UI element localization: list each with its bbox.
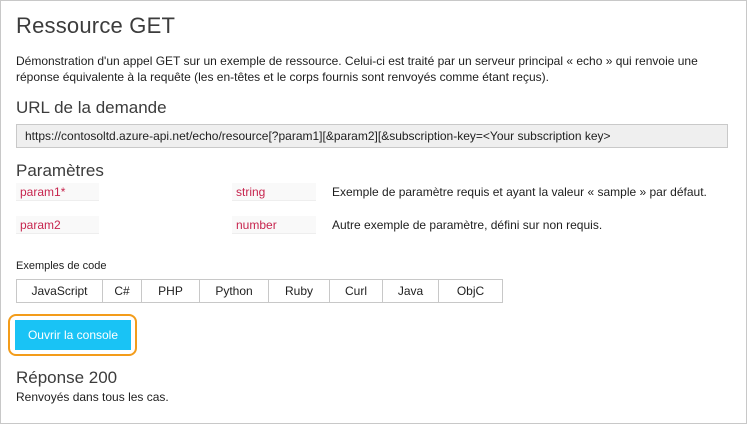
tab-php[interactable]: PHP (141, 279, 200, 303)
tab-java[interactable]: Java (382, 279, 439, 303)
parameter-description: Autre exemple de paramètre, défini sur n… (332, 218, 603, 232)
response-heading: Réponse 200 (16, 368, 118, 387)
parameter-name: param1* (16, 183, 99, 201)
request-url-field[interactable]: https://contosoltd.azure-api.net/echo/re… (16, 124, 728, 148)
response-description: Renvoyés dans tous les cas. (16, 390, 169, 404)
tab-javascript[interactable]: JavaScript (16, 279, 103, 303)
parameters-heading: Paramètres (16, 161, 104, 180)
code-samples-label: Exemples de code (16, 260, 107, 272)
parameter-type: string (232, 183, 316, 201)
operation-description: Démonstration d'un appel GET sur un exem… (16, 54, 698, 84)
api-operation-panel: Ressource GET Démonstration d'un appel G… (0, 0, 747, 424)
parameter-type: number (232, 216, 316, 234)
parameter-name: param2 (16, 216, 99, 234)
tab-python[interactable]: Python (199, 279, 269, 303)
tab-ruby[interactable]: Ruby (268, 279, 330, 303)
tab-curl[interactable]: Curl (329, 279, 383, 303)
code-language-tabs: JavaScript C# PHP Python Ruby Curl Java … (16, 279, 503, 303)
tab-objc[interactable]: ObjC (438, 279, 503, 303)
parameter-description: Exemple de paramètre requis et ayant la … (332, 185, 707, 199)
open-console-button[interactable]: Ouvrir la console (15, 320, 131, 350)
page-title: Ressource GET (16, 13, 176, 38)
request-url-heading: URL de la demande (16, 98, 167, 117)
tab-csharp[interactable]: C# (102, 279, 142, 303)
